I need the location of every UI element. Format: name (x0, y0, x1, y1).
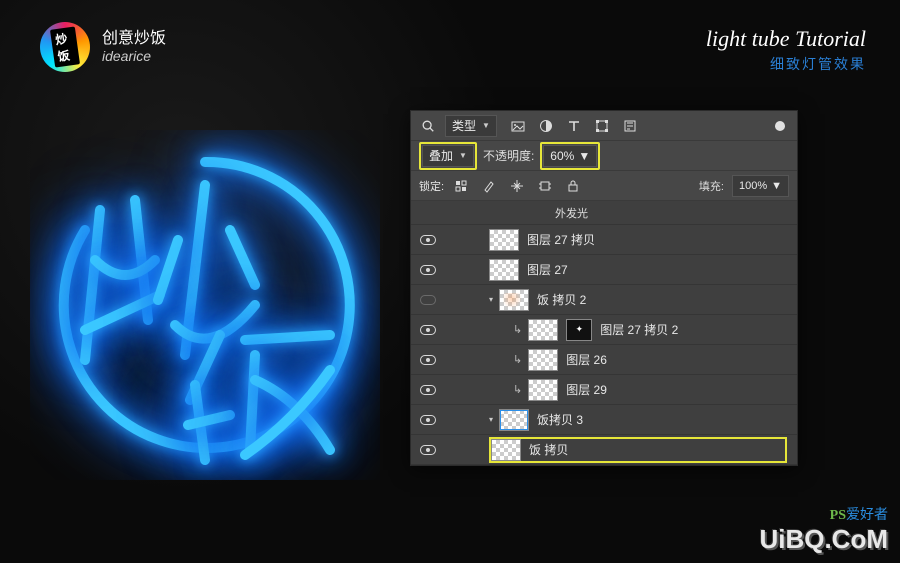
lock-label: 锁定: (419, 178, 444, 194)
layer-thumbnail[interactable] (489, 229, 519, 251)
layer-name: 图层 27 拷贝 (527, 231, 787, 248)
tutorial-title: light tube Tutorial 细致灯管效果 (706, 26, 866, 74)
layer-row[interactable]: 图层 27 (411, 255, 797, 285)
visibility-eye-icon[interactable] (420, 235, 436, 245)
lock-all-icon[interactable] (564, 177, 582, 195)
layer-row[interactable]: ↳ 图层 29 (411, 375, 797, 405)
expand-caret-icon[interactable]: ▾ (489, 295, 493, 304)
brand-badge-icon (40, 22, 90, 72)
layer-thumbnail[interactable] (528, 379, 558, 401)
expand-caret-icon[interactable]: ▾ (489, 415, 493, 424)
opacity-highlight: 60% ▼ (540, 142, 600, 170)
clip-link-icon: ↳ (513, 383, 522, 396)
clip-link-icon: ↳ (513, 323, 522, 336)
fill-input[interactable]: 100% ▼ (732, 175, 789, 197)
brand-text: 创意炒饭 idearice (102, 29, 166, 65)
opacity-label: 不透明度: (483, 147, 534, 164)
blend-row: 叠加 ▼ 不透明度: 60% ▼ (411, 141, 797, 171)
layer-thumbnail[interactable] (499, 289, 529, 311)
fill-value: 100% (739, 180, 767, 192)
watermark-url: UiBQ.CoM (759, 524, 888, 555)
fill-label: 填充: (699, 178, 724, 194)
layer-highlight: 饭 拷贝 (489, 437, 787, 463)
layers-panel: 类型 ▼ 叠加 ▼ 不透明度: 60% ▼ 锁定: (410, 110, 798, 466)
filter-pixel-icon[interactable] (509, 117, 527, 135)
tutorial-title-en: light tube Tutorial (706, 26, 866, 52)
brand-header: 创意炒饭 idearice (40, 22, 166, 72)
layer-name: 图层 26 (566, 351, 787, 368)
blend-highlight: 叠加 ▼ (419, 142, 477, 170)
chevron-down-icon: ▼ (482, 121, 490, 130)
layer-row[interactable]: 图层 27 拷贝 (411, 225, 797, 255)
watermark: PS爱好者 UiBQ.CoM (759, 504, 888, 555)
layer-list: 外发光 图层 27 拷贝图层 27 ▾ 饭 拷贝 2 ↳ ✦ 图层 27 拷贝 2 ↳ 图层 … (411, 201, 797, 465)
blend-mode-select[interactable]: 叠加 ▼ (422, 145, 474, 167)
layer-effect-name: 外发光 (555, 205, 787, 221)
lock-transparency-icon[interactable] (452, 177, 470, 195)
filter-smart-icon[interactable] (621, 117, 639, 135)
layer-thumbnail[interactable] (528, 319, 558, 341)
visibility-eye-icon[interactable] (420, 295, 436, 305)
lock-pixels-icon[interactable] (480, 177, 498, 195)
visibility-eye-icon[interactable] (420, 355, 436, 365)
layer-row[interactable]: ▾ 饭拷贝 3 (411, 405, 797, 435)
layer-name: 图层 29 (566, 381, 787, 398)
filter-toggle-icon[interactable] (775, 121, 785, 131)
layer-name: 饭 拷贝 (529, 441, 785, 458)
blend-mode-value: 叠加 (429, 147, 453, 164)
opacity-input[interactable]: 60% ▼ (543, 145, 597, 167)
layer-name: 图层 27 拷贝 2 (600, 321, 787, 338)
search-icon[interactable] (419, 117, 437, 135)
layer-name: 饭拷贝 3 (537, 411, 787, 428)
layer-row[interactable]: ↳ ✦ 图层 27 拷贝 2 (411, 315, 797, 345)
layer-thumbnail[interactable] (491, 439, 521, 461)
visibility-eye-icon[interactable] (420, 445, 436, 455)
layer-row[interactable]: 饭 拷贝 (411, 435, 797, 465)
layer-row[interactable]: ↳ 图层 26 (411, 345, 797, 375)
brand-name-en: idearice (102, 48, 166, 65)
tutorial-title-cn: 细致灯管效果 (706, 54, 866, 74)
layer-row[interactable]: ▾ 饭 拷贝 2 (411, 285, 797, 315)
layer-thumbnail[interactable] (499, 409, 529, 431)
visibility-eye-icon[interactable] (420, 385, 436, 395)
neon-artwork (30, 130, 380, 480)
filter-shape-icon[interactable] (593, 117, 611, 135)
filter-type-icon[interactable] (565, 117, 583, 135)
chevron-down-icon: ▼ (771, 180, 782, 192)
visibility-eye-icon[interactable] (420, 265, 436, 275)
layer-name: 图层 27 (527, 261, 787, 278)
layer-filter-select[interactable]: 类型 ▼ (445, 115, 497, 137)
watermark-subtitle: PS爱好者 (759, 504, 888, 524)
layer-name: 饭 拷贝 2 (537, 291, 787, 308)
layer-filter-label: 类型 (452, 117, 476, 134)
lock-position-icon[interactable] (508, 177, 526, 195)
chevron-down-icon: ▼ (459, 151, 467, 160)
visibility-eye-icon[interactable] (420, 415, 436, 425)
layer-mask-thumbnail[interactable]: ✦ (566, 319, 592, 341)
filter-adjust-icon[interactable] (537, 117, 555, 135)
layer-thumbnail[interactable] (528, 349, 558, 371)
layer-filter-row: 类型 ▼ (411, 111, 797, 141)
chevron-down-icon: ▼ (578, 149, 590, 163)
lock-artboard-icon[interactable] (536, 177, 554, 195)
opacity-value: 60% (550, 149, 574, 163)
layer-thumbnail[interactable] (489, 259, 519, 281)
lock-row: 锁定: 填充: 100% ▼ (411, 171, 797, 201)
visibility-eye-icon[interactable] (420, 325, 436, 335)
brand-name-cn: 创意炒饭 (102, 29, 166, 48)
layer-effect-row[interactable]: 外发光 (411, 201, 797, 225)
clip-link-icon: ↳ (513, 353, 522, 366)
